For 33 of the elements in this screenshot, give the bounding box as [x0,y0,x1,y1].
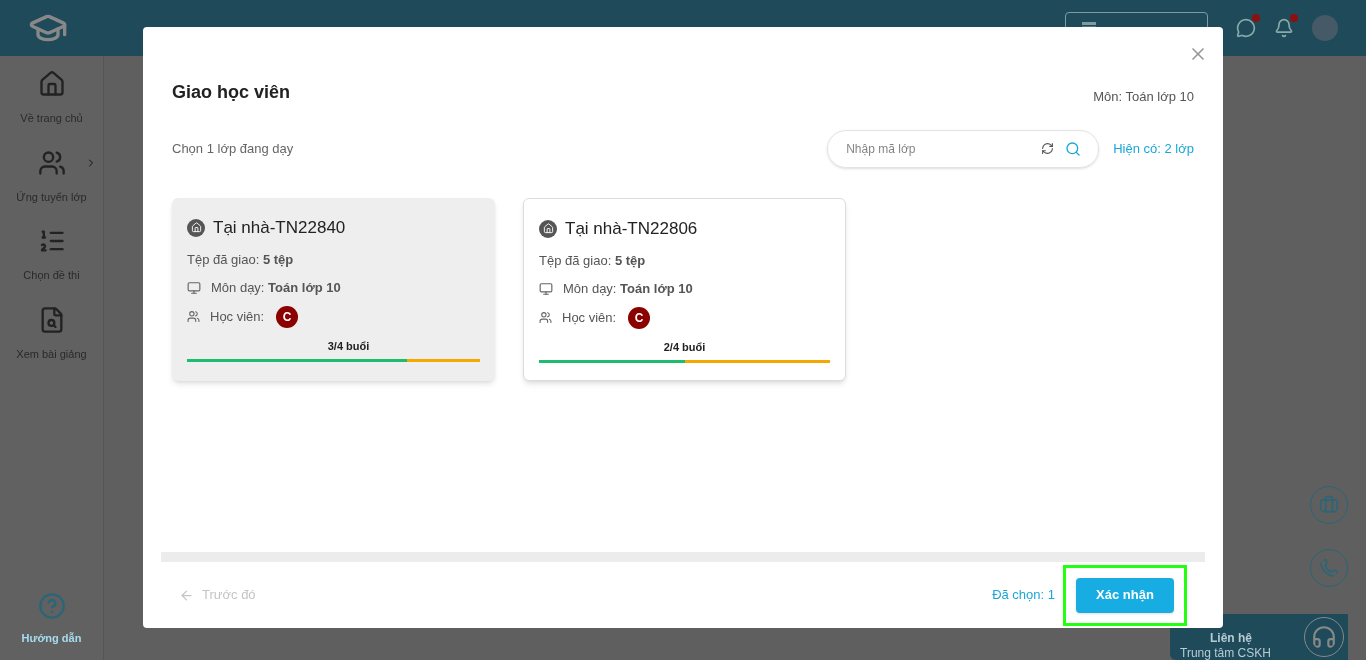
search-field[interactable]: Nhập mã lớp [827,130,1100,168]
house-icon [539,219,557,238]
available-count: Hiện có: 2 lớp [1113,140,1194,159]
files-text: Tệp đã giao: 5 tệp [539,251,647,270]
class-card[interactable]: Tại nhà-TN22806 Tệp đã giao: 5 tệp Môn dạy: Toán lớp 10 Học viên: C 2/4 buổi [523,198,846,381]
subject-text: Môn dạy: Toán lớp 10 [211,279,341,297]
sidebar-icon [37,70,66,98]
users-icon [539,311,552,324]
prompt-text: Chọn 1 lớp đang dạy [172,140,294,159]
sessions-text: 3/4 buổi [327,338,370,354]
help-link[interactable]: Hướng dẫn [21,629,82,646]
subject-text: Môn dạy: Toán lớp 10 [563,280,693,298]
students-label: Học viên: [210,307,265,326]
modal-title: Giao học viên [172,81,291,104]
confirm-button[interactable]: Xác nhận [1076,577,1174,613]
sessions-text: 2/4 buổi [663,339,706,355]
student-avatar: C [628,306,651,329]
subject-label: Môn: Toán lớp 10 [1093,87,1194,106]
sidebar-icon [37,148,66,177]
monitor-icon [539,281,553,296]
contact-panel[interactable]: Liên hệ Trung tâm CSKH [1170,614,1348,660]
search-icon[interactable] [1065,141,1082,157]
student-avatar: C [276,305,299,328]
refresh-icon[interactable] [1041,142,1055,155]
students-label: Học viên: [562,308,617,327]
house-icon [187,218,205,237]
files-text: Tệp đã giao: 5 tệp [187,250,295,269]
monitor-icon [187,280,201,295]
chosen-count: Đã chọn: 1 [992,586,1055,605]
class-name: Tại nhà-TN22840 [213,217,346,239]
users-icon [187,310,200,323]
class-name: Tại nhà-TN22806 [565,218,698,240]
class-card[interactable]: Tại nhà-TN22840 Tệp đã giao: 5 tệp Môn dạy: Toán lớp 10 Học viên: C 3/4 buổi [172,198,495,381]
